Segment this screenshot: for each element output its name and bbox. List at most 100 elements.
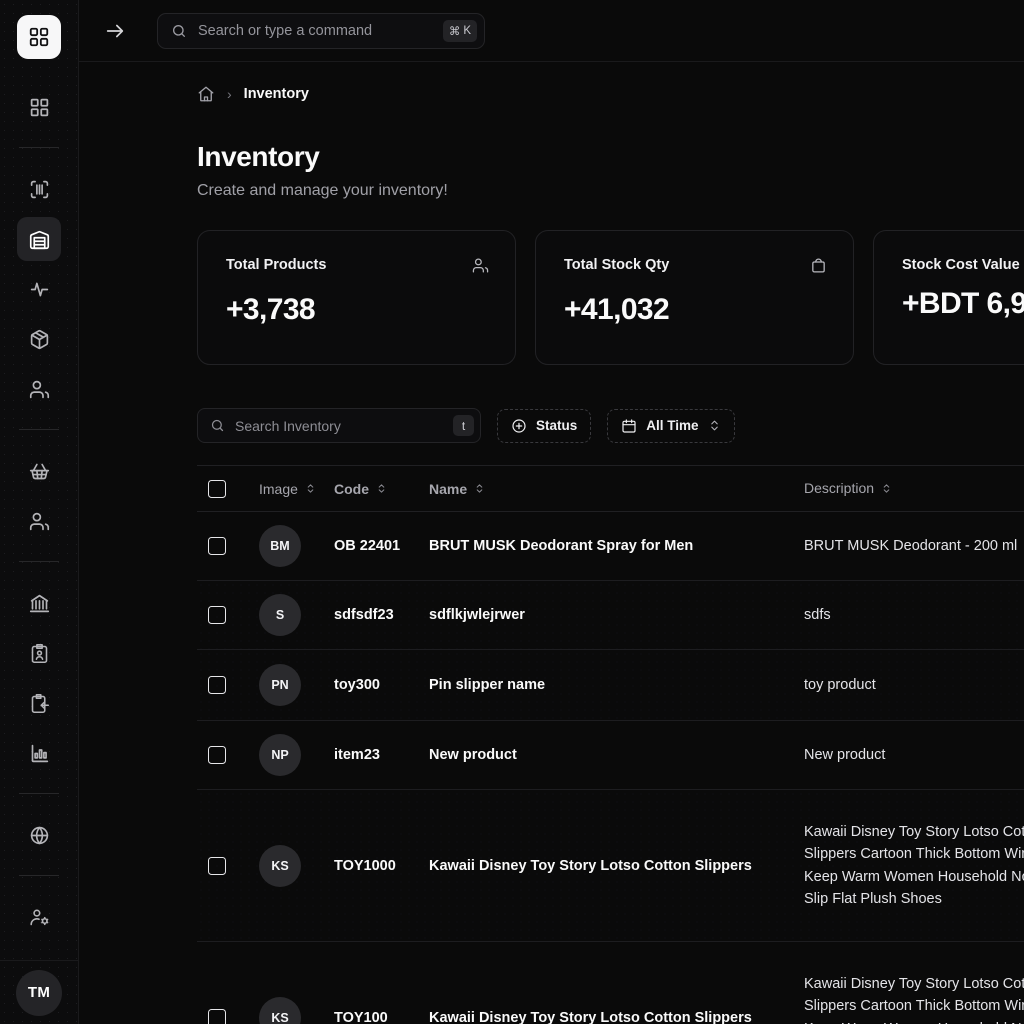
sidebar-item-products[interactable] [17,317,61,361]
row-select-cell [197,676,242,695]
table-row[interactable]: BM OB 22401 BRUT MUSK Deodorant Spray fo… [197,512,1024,581]
row-code: TOY100 [334,1009,388,1024]
barcode-scan-icon [30,180,48,198]
table-row[interactable]: KS TOY100 Kawaii Disney Toy Story Lotso … [197,942,1024,1024]
row-description: sdfs [804,606,831,623]
stat-card-total-products: Total Products +3,738 [197,230,516,365]
date-range-filter-button[interactable]: All Time [607,408,735,443]
row-description: Kawaii Disney Toy Story Lotso Cotton Sli… [804,823,1024,908]
sidebar-nav [0,59,78,960]
sidebar-divider [19,147,59,148]
sidebar-item-barcode[interactable] [17,167,61,211]
row-name: sdflkjwlejrwer [429,607,525,623]
avatar: S [259,594,301,636]
row-image-cell: BM [242,525,334,567]
table-row[interactable]: S sdfsdf23 sdflkjwlejrwer sdfs On Co [197,581,1024,650]
select-all-cell [197,479,242,498]
chevron-updown-icon [710,420,718,431]
sidebar-item-website[interactable] [17,813,61,857]
stat-cards: Total Products +3,738 Total Stock Qty +4… [197,230,1024,365]
sidebar: TM [0,0,79,1024]
sidebar-item-reports[interactable] [17,731,61,775]
plus-circle-icon [512,418,526,433]
app-logo[interactable] [17,15,61,59]
calendar-icon [622,418,636,433]
top-bar: Search or type a command ⌘ K [79,0,1024,62]
bar-chart-icon [31,744,48,762]
command-search-input[interactable]: Search or type a command ⌘ K [157,12,485,49]
main-area: Search or type a command ⌘ K › Inventory… [79,0,1024,1024]
basket-icon [29,463,49,479]
inventory-search-shortcut: t [453,415,474,436]
sidebar-item-orders[interactable] [17,449,61,493]
status-filter-button[interactable]: Status [497,408,592,443]
column-label: Code [334,480,369,497]
avatar: PN [259,664,301,707]
users-icon [472,257,489,279]
stat-card-label: Total Products [226,257,327,273]
column-header-code[interactable]: Code [334,481,429,497]
row-checkbox[interactable] [208,606,226,624]
table-row[interactable]: KS TOY1000 Kawaii Disney Toy Story Lotso… [197,790,1024,943]
column-label: Description [804,479,875,496]
sidebar-item-dashboard[interactable] [17,85,61,129]
row-select-cell [197,1008,242,1024]
sidebar-item-inventory[interactable] [17,217,61,261]
page-content: › Inventory Inventory Create and manage … [79,62,1024,1024]
globe-icon [30,826,48,844]
column-header-description[interactable]: Description [804,478,1024,500]
stat-card-label: Total Stock Qty [564,257,670,273]
sidebar-divider [19,429,59,430]
row-image-cell: KS [242,996,334,1024]
row-select-cell [197,606,242,624]
avatar: BM [259,525,301,567]
sidebar-item-accounts[interactable] [17,581,61,625]
user-avatar[interactable]: TM [16,969,62,1016]
users-icon [29,380,49,398]
column-header-image[interactable]: Image [242,481,334,497]
sidebar-item-settings[interactable] [17,895,61,939]
column-header-name[interactable]: Name [429,481,804,497]
row-checkbox[interactable] [208,856,226,875]
forward-nav-button[interactable] [95,14,135,48]
stat-card-value: +BDT 6,945,58 [902,287,1024,320]
sidebar-item-employees[interactable] [17,631,61,675]
home-icon[interactable] [197,85,215,103]
stat-card-value: +41,032 [564,293,670,326]
row-code: item23 [334,747,380,764]
inventory-search-input[interactable]: Search Inventory t [197,408,481,443]
avatar: NP [259,734,301,777]
column-label: Image [259,480,298,497]
select-all-checkbox[interactable] [208,479,226,498]
row-checkbox[interactable] [208,537,226,555]
row-description: New product [804,746,886,763]
filter-bar: Search Inventory t Status All Time [197,408,1024,443]
bank-icon [29,594,49,612]
activity-pulse-icon [30,282,48,296]
row-image-cell: PN [242,664,334,707]
row-select-cell [197,746,242,765]
inventory-table: Image Code Name Description BM OB 22401 … [197,465,1024,1024]
row-select-cell [197,537,242,555]
sidebar-item-activity[interactable] [17,267,61,311]
row-checkbox[interactable] [208,1008,226,1024]
row-image-cell: KS [242,844,334,887]
row-checkbox[interactable] [208,746,226,765]
row-image-cell: NP [242,734,334,777]
sidebar-item-suppliers[interactable] [17,499,61,543]
date-range-filter-label: All Time [646,418,699,433]
sidebar-item-imports[interactable] [17,681,61,725]
table-row[interactable]: NP item23 New product New product On Co [197,721,1024,791]
row-code: TOY1000 [334,857,396,874]
row-description: toy product [804,676,876,693]
table-row[interactable]: PN toy300 Pin slipper name toy product A… [197,650,1024,722]
sidebar-item-customers[interactable] [17,367,61,411]
user-cog-icon [29,909,48,925]
row-checkbox[interactable] [208,676,226,695]
status-filter-label: Status [536,418,578,433]
grid-icon [30,98,48,116]
row-name: Kawaii Disney Toy Story Lotso Cotton Sli… [429,1009,752,1024]
search-icon [211,419,224,432]
sidebar-divider [19,561,59,562]
shortcut-cmd-symbol: ⌘ [448,25,461,38]
